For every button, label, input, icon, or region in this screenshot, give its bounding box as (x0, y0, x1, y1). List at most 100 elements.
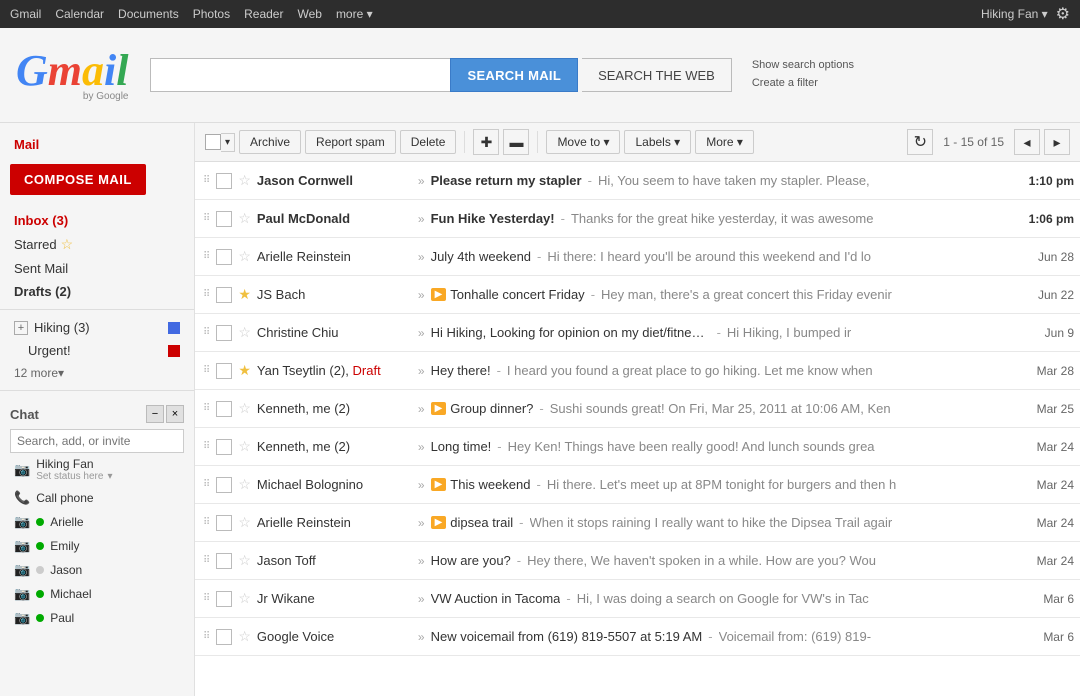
chat-user-paul[interactable]: 📷 Paul (10, 606, 184, 630)
row-checkbox[interactable] (216, 287, 232, 303)
more-button[interactable]: More ▾ (695, 130, 754, 154)
drag-handle: ⠿ (201, 251, 212, 262)
chat-user-jason[interactable]: 📷 Jason (10, 558, 184, 582)
row-checkbox[interactable] (216, 629, 232, 645)
chat-user-arielle[interactable]: 📷 Arielle (10, 510, 184, 534)
row-checkbox[interactable] (216, 515, 232, 531)
row-star[interactable]: ★ (236, 362, 253, 379)
email-row[interactable]: ⠿☆Kenneth, me (2)»Long time! - Hey Ken! … (195, 428, 1080, 466)
top-nav: Gmail Calendar Documents Photos Reader W… (0, 0, 1080, 28)
nav-web[interactable]: Web (297, 7, 321, 21)
toolbar-icon-minus[interactable]: ▬ (503, 129, 529, 155)
hikingfan-name: Hiking Fan (36, 457, 93, 471)
email-time: 1:10 pm (1019, 174, 1074, 188)
gear-icon[interactable]: ⚙ (1056, 4, 1070, 24)
top-nav-right: Hiking Fan ▾ ⚙ (981, 4, 1070, 24)
email-row[interactable]: ⠿☆Kenneth, me (2)»▶Group dinner? - Sushi… (195, 390, 1080, 428)
chat-user-michael[interactable]: 📷 Michael (10, 582, 184, 606)
row-checkbox[interactable] (216, 401, 232, 417)
next-page-button[interactable]: ▸ (1044, 129, 1070, 155)
search-input[interactable] (150, 58, 450, 92)
expand-icon: + (14, 321, 28, 335)
email-row[interactable]: ⠿☆Arielle Reinstein»July 4th weekend - H… (195, 238, 1080, 276)
row-checkbox[interactable] (216, 591, 232, 607)
sidebar-item-inbox[interactable]: Inbox (3) (0, 209, 194, 232)
report-spam-button[interactable]: Report spam (305, 130, 396, 154)
email-row[interactable]: ⠿☆Michael Bolognino»▶This weekend - Hi t… (195, 466, 1080, 504)
row-checkbox[interactable] (216, 173, 232, 189)
row-star[interactable]: ☆ (236, 438, 253, 455)
nav-documents[interactable]: Documents (118, 7, 179, 21)
nav-reader[interactable]: Reader (244, 7, 283, 21)
email-dash: - (708, 629, 712, 644)
email-subject: Long time! (431, 439, 492, 454)
chat-user-callphone[interactable]: 📞 Call phone (10, 486, 184, 510)
chat-close-button[interactable]: × (166, 405, 184, 423)
email-row[interactable]: ⠿☆Jr Wikane»VW Auction in Tacoma - Hi, I… (195, 580, 1080, 618)
nav-photos[interactable]: Photos (193, 7, 230, 21)
email-row[interactable]: ⠿★Yan Tseytlin (2), Draft»Hey there! - I… (195, 352, 1080, 390)
chat-minimize-button[interactable]: − (146, 405, 164, 423)
email-content: Hi Hiking, Looking for opinion on my die… (431, 325, 1015, 340)
nav-calendar[interactable]: Calendar (55, 7, 104, 21)
email-sender: Christine Chiu (257, 325, 412, 340)
search-mail-button[interactable]: SEARCH MAIL (450, 58, 578, 92)
sidebar-item-sent[interactable]: Sent Mail (0, 257, 194, 280)
email-row[interactable]: ⠿☆Arielle Reinstein»▶dipsea trail - When… (195, 504, 1080, 542)
select-all-checkbox[interactable] (205, 134, 221, 150)
nav-gmail[interactable]: Gmail (10, 7, 41, 21)
sidebar-item-drafts[interactable]: Drafts (2) (0, 280, 194, 303)
show-search-options-link[interactable]: Show search options (752, 57, 854, 75)
row-checkbox[interactable] (216, 249, 232, 265)
search-web-button[interactable]: SEARCH THE WEB (582, 58, 732, 92)
row-star[interactable]: ☆ (236, 590, 253, 607)
labels-button[interactable]: Labels ▾ (624, 130, 691, 154)
row-checkbox[interactable] (216, 477, 232, 493)
email-row[interactable]: ⠿☆Jason Cornwell»Please return my staple… (195, 162, 1080, 200)
email-sender: Google Voice (257, 629, 412, 644)
sidebar-label-urgent[interactable]: Urgent! (0, 339, 194, 362)
row-checkbox[interactable] (216, 553, 232, 569)
select-dropdown[interactable]: ▾ (221, 133, 235, 152)
move-to-button[interactable]: Move to ▾ (546, 130, 620, 154)
email-row[interactable]: ⠿☆Christine Chiu»Hi Hiking, Looking for … (195, 314, 1080, 352)
row-star[interactable]: ☆ (236, 628, 253, 645)
row-star[interactable]: ☆ (236, 324, 253, 341)
email-row[interactable]: ⠿☆Jason Toff»How are you? - Hey there, W… (195, 542, 1080, 580)
row-star[interactable]: ☆ (236, 552, 253, 569)
email-row[interactable]: ⠿☆Paul McDonald»Fun Hike Yesterday! - Th… (195, 200, 1080, 238)
row-checkbox[interactable] (216, 363, 232, 379)
refresh-button[interactable]: ↻ (907, 129, 933, 155)
row-star[interactable]: ☆ (236, 476, 253, 493)
row-checkbox[interactable] (216, 211, 232, 227)
compose-mail-button[interactable]: COMPOSE MAIL (10, 164, 146, 195)
email-subject: VW Auction in Tacoma (431, 591, 561, 606)
user-name[interactable]: Hiking Fan ▾ (981, 7, 1048, 21)
row-checkbox[interactable] (216, 439, 232, 455)
chat-user-hikingfan[interactable]: 📷 Hiking Fan Set status here ▾ (10, 453, 184, 486)
archive-button[interactable]: Archive (239, 130, 301, 154)
row-star[interactable]: ☆ (236, 210, 253, 227)
email-row[interactable]: ⠿★JS Bach»▶Tonhalle concert Friday - Hey… (195, 276, 1080, 314)
toolbar-icon-plus[interactable]: ✚ (473, 129, 499, 155)
email-sender: Arielle Reinstein (257, 249, 412, 264)
email-row[interactable]: ⠿☆Google Voice»New voicemail from (619) … (195, 618, 1080, 656)
prev-page-button[interactable]: ◂ (1014, 129, 1040, 155)
nav-more[interactable]: more ▾ (336, 7, 373, 21)
row-star[interactable]: ☆ (236, 514, 253, 531)
row-star[interactable]: ★ (236, 286, 253, 303)
row-star[interactable]: ☆ (236, 172, 253, 189)
inbox-label: Inbox (3) (14, 213, 68, 228)
row-checkbox[interactable] (216, 325, 232, 341)
row-star[interactable]: ☆ (236, 400, 253, 417)
more-labels[interactable]: 12 more▾ (0, 362, 194, 384)
delete-button[interactable]: Delete (400, 130, 457, 154)
chat-user-emily[interactable]: 📷 Emily (10, 534, 184, 558)
chat-search-input[interactable] (10, 429, 184, 453)
sidebar-item-starred[interactable]: Starred ☆ (0, 232, 194, 257)
sidebar-label-hiking[interactable]: + Hiking (3) (0, 316, 194, 339)
create-filter-link[interactable]: Create a filter (752, 75, 854, 93)
row-star[interactable]: ☆ (236, 248, 253, 265)
email-content: ▶Group dinner? - Sushi sounds great! On … (431, 401, 1015, 416)
sent-label: Sent Mail (14, 261, 68, 276)
